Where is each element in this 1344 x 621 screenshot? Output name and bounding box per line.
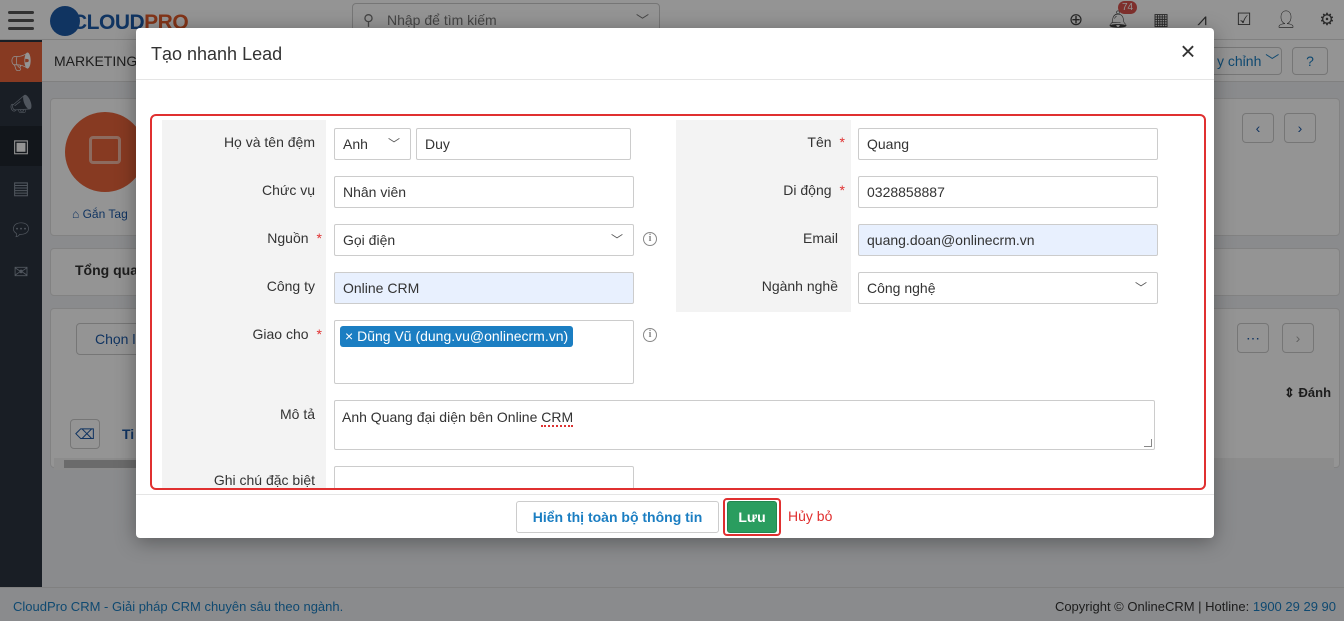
required-marker: *	[316, 230, 322, 246]
cancel-button[interactable]: Hủy bỏ	[788, 508, 832, 524]
salutation-select[interactable]: Anh ﹀	[334, 128, 411, 160]
salutation-value: Anh	[343, 136, 368, 152]
mobile-label: Di động *	[732, 182, 845, 198]
notes-input[interactable]	[334, 466, 634, 488]
modal-title: Tạo nhanh Lead	[151, 44, 283, 64]
assignee-label-text: Giao cho	[252, 326, 309, 342]
label-column	[162, 120, 326, 488]
first-name-input[interactable]: Quang	[858, 128, 1158, 160]
industry-select[interactable]: Công nghệ ﹀	[858, 272, 1158, 304]
chevron-down-icon: ﹀	[387, 137, 400, 151]
notes-label: Ghi chú đặc biệt	[213, 472, 315, 488]
info-icon[interactable]: i	[643, 232, 657, 246]
save-highlight: Lưu	[723, 498, 781, 536]
description-textarea[interactable]: Anh Quang đại diện bên Online CRM	[334, 400, 1155, 450]
spellcheck-word: CRM	[541, 409, 574, 427]
mobile-input[interactable]: 0328858887	[858, 176, 1158, 208]
industry-label: Ngành nghề	[761, 278, 838, 294]
info-icon[interactable]: i	[643, 328, 657, 342]
source-value: Gọi điện	[343, 232, 396, 248]
assignee-tag[interactable]: × Dũng Vũ (dung.vu@onlinecrm.vn)	[340, 326, 574, 347]
show-all-fields-button[interactable]: Hiển thị toàn bộ thông tin	[516, 501, 719, 533]
quick-create-lead-modal: Tạo nhanh Lead × Họ và tên đệm Anh ﹀ Duy…	[136, 28, 1214, 538]
divider	[136, 494, 1214, 495]
save-button[interactable]: Lưu	[727, 501, 777, 533]
description-label: Mô tả	[279, 406, 315, 422]
assignee-input[interactable]: × Dũng Vũ (dung.vu@onlinecrm.vn)	[334, 320, 634, 384]
divider	[136, 79, 1214, 80]
source-label: Nguồn *	[172, 230, 322, 246]
source-label-text: Nguồn	[267, 230, 309, 246]
company-label: Công ty	[266, 278, 315, 294]
required-marker: *	[839, 134, 845, 150]
first-name-label: Tên *	[732, 134, 845, 150]
middle-name-label: Họ và tên đệm	[223, 134, 315, 150]
description-text: Anh Quang đại diện bên Online	[342, 409, 542, 425]
resize-handle[interactable]	[1144, 439, 1152, 447]
mobile-label-text: Di động	[783, 182, 832, 198]
first-name-label-text: Tên	[807, 134, 832, 150]
chevron-down-icon: ﹀	[610, 233, 623, 247]
email-label: Email	[802, 230, 838, 246]
assignee-tag-label: Dũng Vũ (dung.vu@onlinecrm.vn)	[357, 328, 569, 344]
job-title-input[interactable]: Nhân viên	[334, 176, 634, 208]
chevron-down-icon: ﹀	[1134, 281, 1147, 295]
lead-form: Họ và tên đệm Anh ﹀ Duy Tên * Quang Chức …	[150, 114, 1206, 490]
job-title-label: Chức vụ	[262, 182, 315, 198]
source-select[interactable]: Gọi điện ﹀	[334, 224, 634, 256]
middle-name-input[interactable]: Duy	[416, 128, 631, 160]
assignee-label: Giao cho *	[172, 326, 323, 342]
close-icon[interactable]: ×	[1176, 38, 1200, 64]
required-marker: *	[839, 182, 845, 198]
required-marker: *	[316, 326, 322, 342]
email-input[interactable]: quang.doan@onlinecrm.vn	[858, 224, 1158, 256]
industry-value: Công nghệ	[867, 280, 936, 296]
company-input[interactable]: Online CRM	[334, 272, 634, 304]
